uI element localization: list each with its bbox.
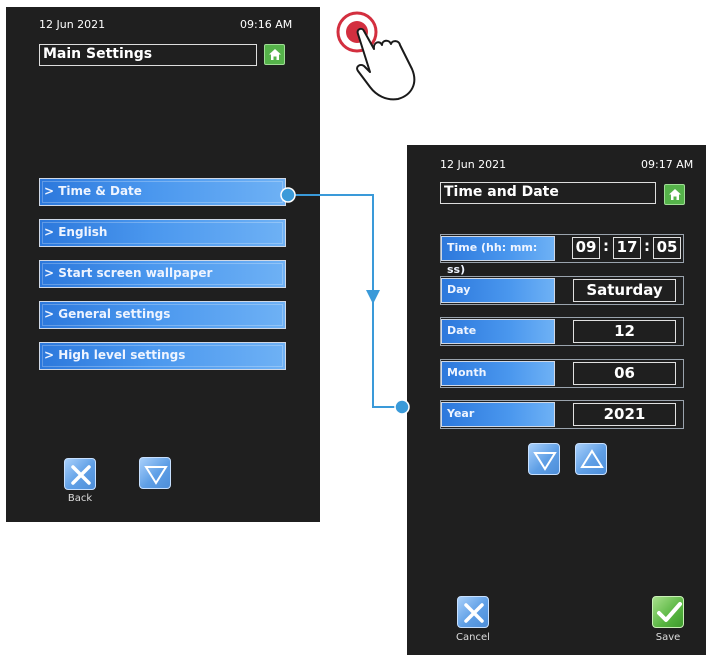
arrow-down-icon: [366, 290, 380, 304]
touch-hand-icon: [336, 11, 416, 101]
connector-start-dot: [280, 187, 296, 203]
connector-end-dot: [394, 399, 410, 415]
